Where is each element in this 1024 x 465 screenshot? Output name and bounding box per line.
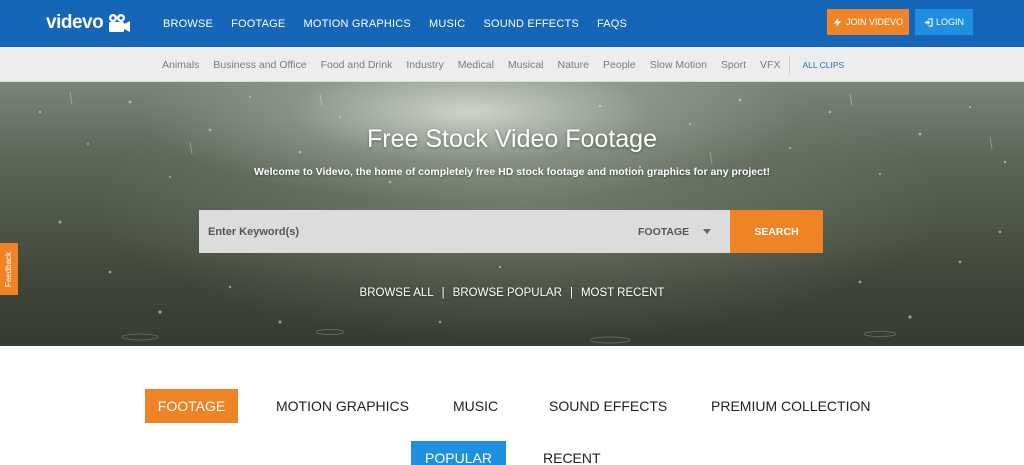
category-list: Animals Business and Office Food and Dri… xyxy=(155,47,851,82)
search-input[interactable] xyxy=(199,210,619,253)
browse-popular-link[interactable]: BROWSE POPULAR xyxy=(453,287,562,299)
chevron-down-icon xyxy=(703,229,712,234)
category-vfx[interactable]: VFX xyxy=(753,59,787,71)
top-navigation-bar: videvo BROWSE FOOTAGE MOTION GRAPHICS MU… xyxy=(0,0,1024,47)
tab-popular[interactable]: POPULAR xyxy=(411,441,506,465)
logo-text: videvo xyxy=(46,12,104,33)
video-camera-icon xyxy=(109,14,131,32)
nav-faqs[interactable]: FAQS xyxy=(588,18,636,30)
nav-browse[interactable]: BROWSE xyxy=(154,18,222,30)
category-bar: Animals Business and Office Food and Dri… xyxy=(0,47,1024,82)
nav-motion-graphics[interactable]: MOTION GRAPHICS xyxy=(294,18,420,30)
sign-in-icon xyxy=(924,17,933,27)
search-button[interactable]: SEARCH xyxy=(730,210,823,253)
lightning-icon xyxy=(833,17,842,27)
join-videvo-button[interactable]: JOIN VIDEVO xyxy=(827,9,909,35)
category-medical[interactable]: Medical xyxy=(451,59,501,71)
tab-recent[interactable]: RECENT xyxy=(543,441,601,465)
link-separator: | xyxy=(441,287,445,299)
nav-footage[interactable]: FOOTAGE xyxy=(222,18,294,30)
nav-sound-effects[interactable]: SOUND EFFECTS xyxy=(474,18,588,30)
category-animals[interactable]: Animals xyxy=(155,59,206,71)
most-recent-link[interactable]: MOST RECENT xyxy=(581,287,665,299)
search-type-dropdown[interactable]: FOOTAGE xyxy=(638,210,730,253)
feedback-label: Feedback xyxy=(4,251,14,287)
join-label: JOIN VIDEVO xyxy=(845,17,903,27)
hero-subtitle: Welcome to Videvo, the home of completel… xyxy=(254,166,770,178)
tab-motion-graphics[interactable]: MOTION GRAPHICS xyxy=(276,389,409,423)
category-industry[interactable]: Industry xyxy=(399,59,450,71)
category-musical[interactable]: Musical xyxy=(501,59,551,71)
search-bar: FOOTAGE xyxy=(199,210,730,253)
sort-tabs: POPULAR RECENT xyxy=(0,441,1024,465)
all-clips-link[interactable]: ALL CLIPS xyxy=(794,60,851,70)
category-sport[interactable]: Sport xyxy=(714,59,753,71)
category-slow-motion[interactable]: Slow Motion xyxy=(643,59,714,71)
hero-quick-links: BROWSE ALL | BROWSE POPULAR | MOST RECENT xyxy=(0,287,1024,299)
category-divider xyxy=(789,54,791,75)
search-type-value: FOOTAGE xyxy=(638,225,690,238)
videvo-logo[interactable]: videvo xyxy=(46,10,131,36)
content-type-tabs: FOOTAGE MOTION GRAPHICS MUSIC SOUND EFFE… xyxy=(0,389,1024,423)
tab-premium-collection[interactable]: PREMIUM COLLECTION xyxy=(711,389,870,423)
browse-all-link[interactable]: BROWSE ALL xyxy=(360,287,434,299)
hero-banner: Free Stock Video Footage Welcome to Vide… xyxy=(0,82,1024,346)
category-nature[interactable]: Nature xyxy=(551,59,597,71)
login-button[interactable]: LOGIN xyxy=(915,9,973,35)
tab-sound-effects[interactable]: SOUND EFFECTS xyxy=(549,389,667,423)
tab-footage[interactable]: FOOTAGE xyxy=(145,389,238,423)
tab-music[interactable]: MUSIC xyxy=(453,389,498,423)
category-people[interactable]: People xyxy=(596,59,643,71)
category-food-and-drink[interactable]: Food and Drink xyxy=(314,59,400,71)
main-nav: BROWSE FOOTAGE MOTION GRAPHICS MUSIC SOU… xyxy=(154,0,636,47)
hero-title: Free Stock Video Footage xyxy=(367,125,657,153)
category-business-and-office[interactable]: Business and Office xyxy=(206,59,313,71)
login-label: LOGIN xyxy=(935,17,964,27)
link-separator: | xyxy=(569,287,573,299)
feedback-tab[interactable]: Feedback xyxy=(0,243,18,295)
nav-music[interactable]: MUSIC xyxy=(420,18,474,30)
